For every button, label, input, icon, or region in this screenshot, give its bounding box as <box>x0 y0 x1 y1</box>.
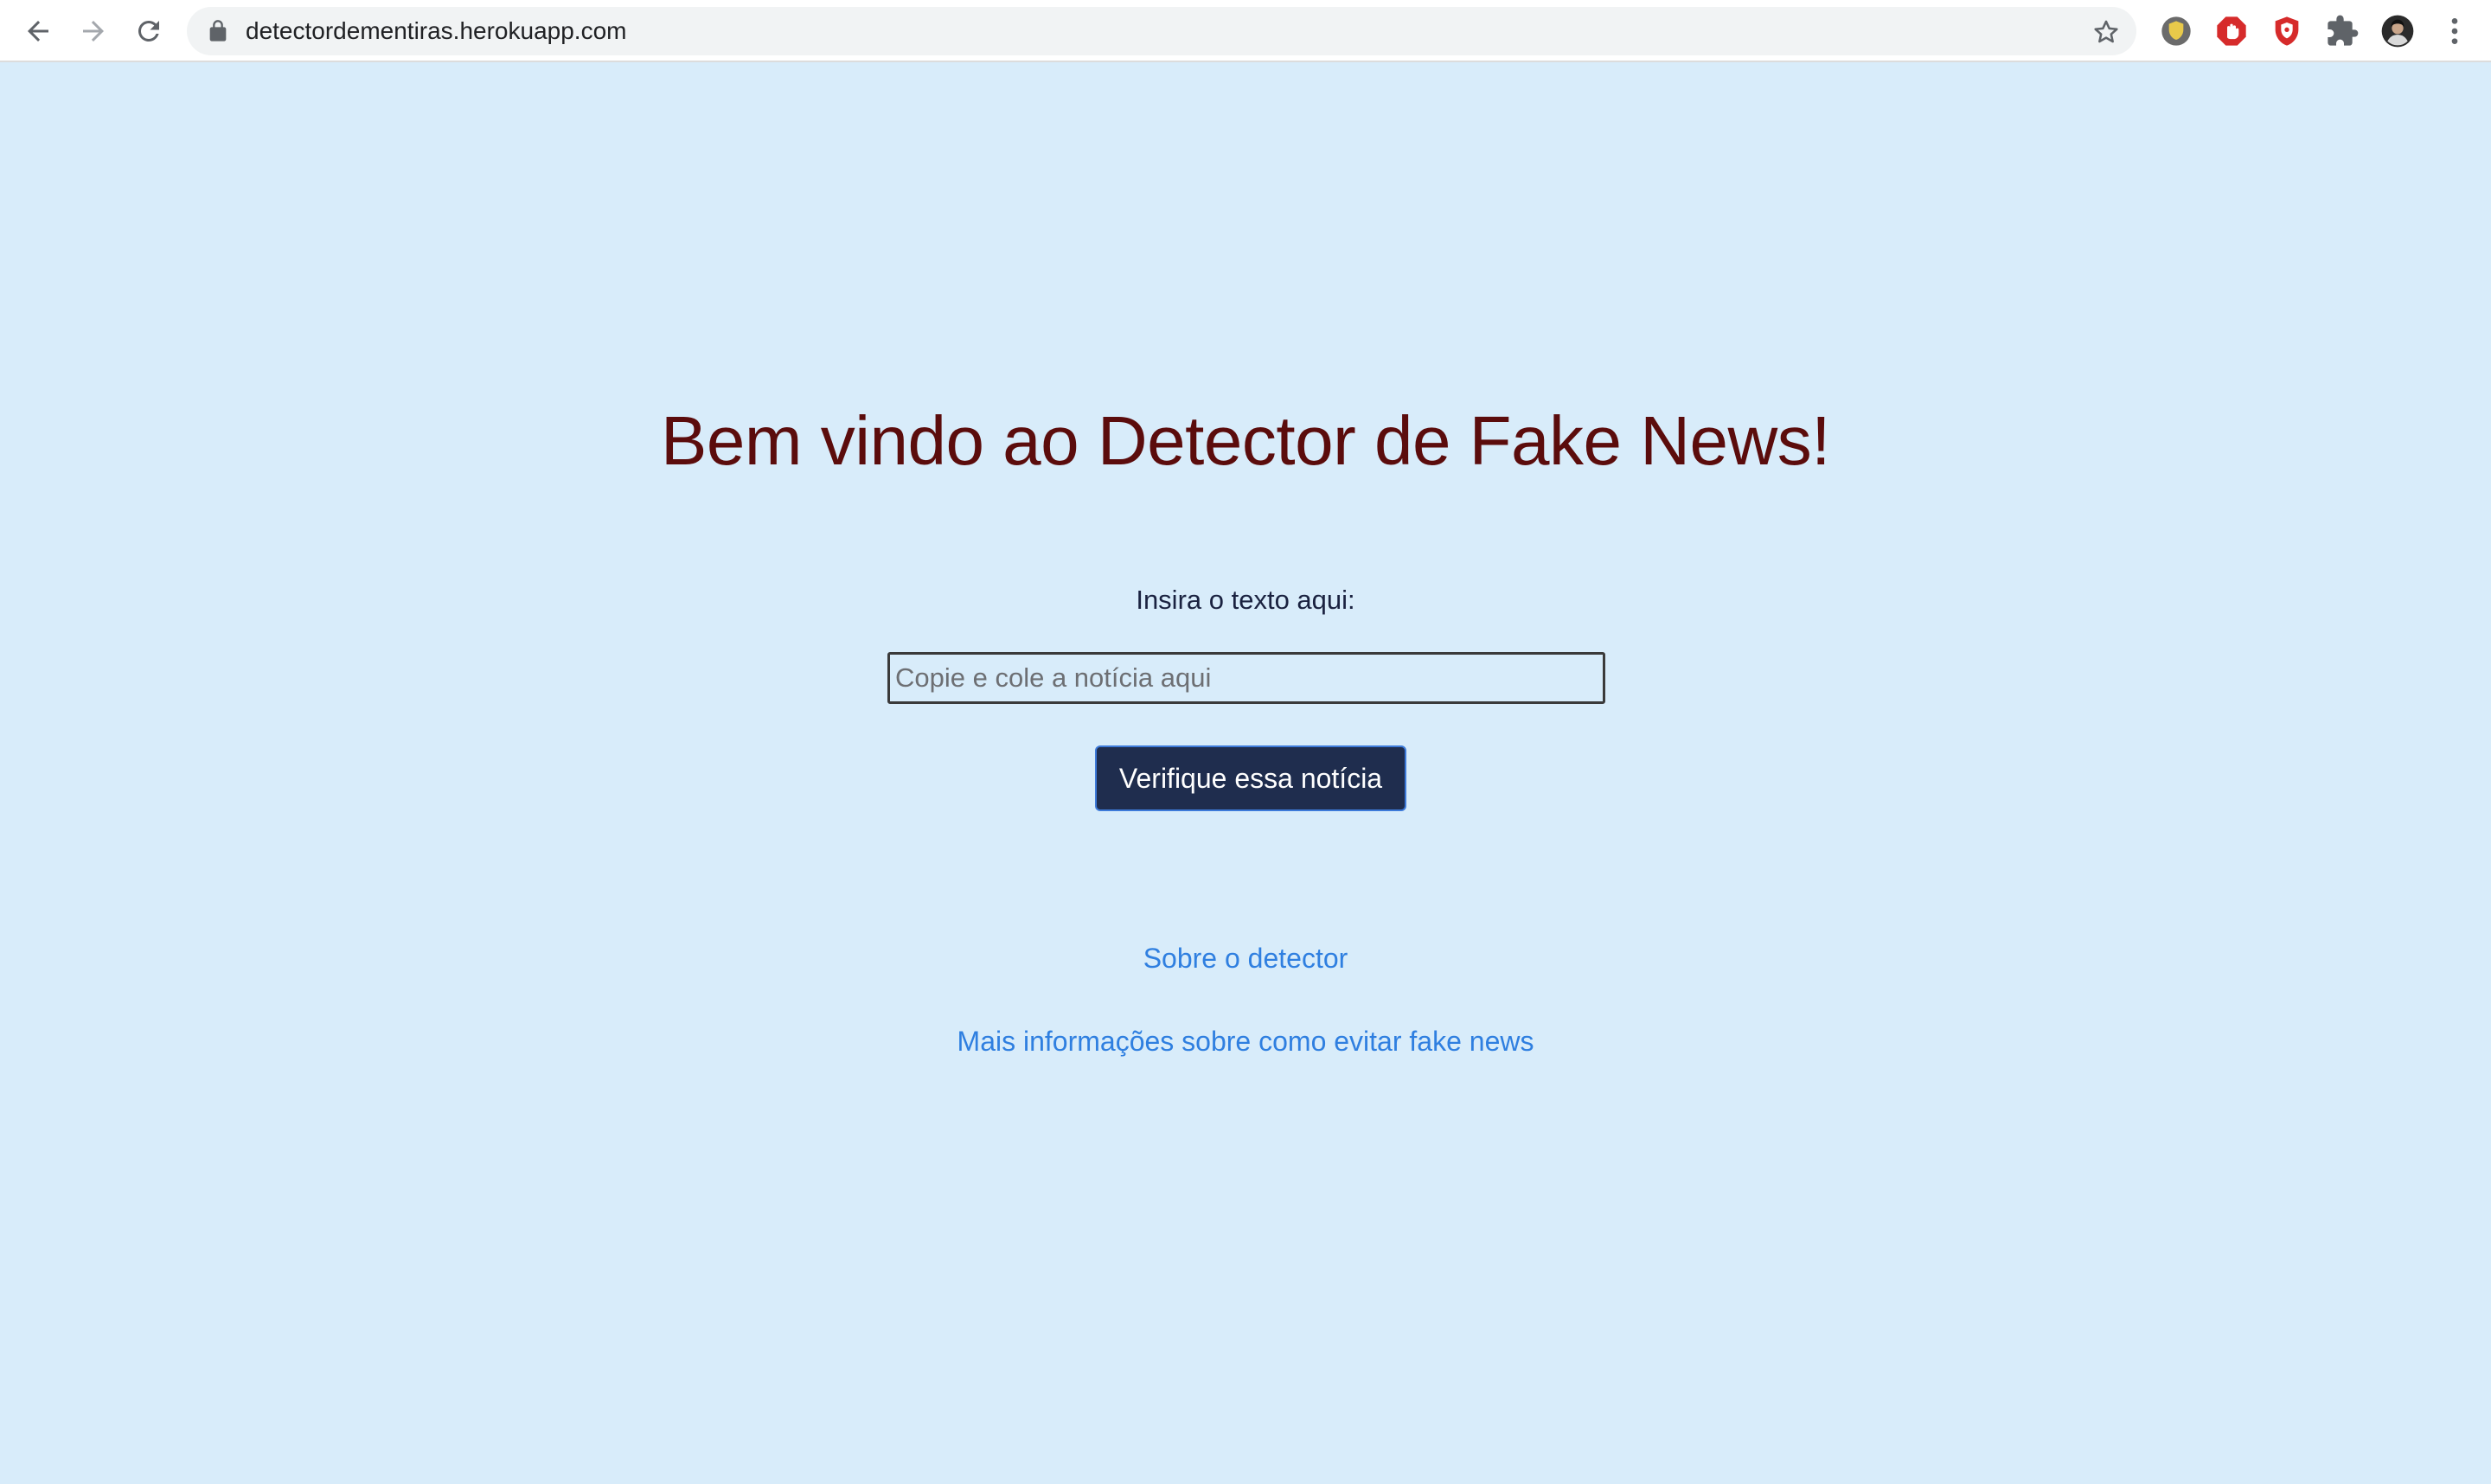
browser-menu-button[interactable] <box>2436 12 2474 50</box>
news-text-input[interactable] <box>887 652 1605 704</box>
arrow-left-icon <box>28 21 48 42</box>
avatar <box>2381 15 2414 48</box>
back-button[interactable] <box>19 12 57 50</box>
forward-button[interactable] <box>74 12 112 50</box>
page-content: Bem vindo ao Detector de Fake News! Insi… <box>0 62 2491 1484</box>
red-shield-extension-button[interactable] <box>2268 12 2306 50</box>
about-detector-link[interactable]: Sobre o detector <box>0 944 2491 972</box>
address-bar[interactable]: detectordementiras.herokuapp.com <box>187 7 2136 55</box>
profile-avatar-button[interactable] <box>2379 12 2417 50</box>
page-title: Bem vindo ao Detector de Fake News! <box>660 402 1831 479</box>
puzzle-icon <box>2328 15 2359 46</box>
reload-button[interactable] <box>130 12 168 50</box>
browser-window: detectordementiras.herokuapp.com Bem vin… <box>0 0 2491 1484</box>
extensions-button[interactable] <box>2323 12 2361 50</box>
more-info-link[interactable]: Mais informações sobre como evitar fake … <box>0 1027 2491 1055</box>
shield-extension-icon <box>2161 16 2191 46</box>
reload-icon <box>138 20 159 42</box>
star-icon[interactable] <box>2091 17 2121 47</box>
red-shield-extension-icon <box>2275 16 2299 46</box>
input-label: Insira o texto aqui: <box>1136 585 1355 615</box>
lock-icon <box>209 20 227 42</box>
shield-extension-button[interactable] <box>2157 12 2195 50</box>
browser-toolbar: detectordementiras.herokuapp.com <box>0 0 2491 62</box>
url-text: detectordementiras.herokuapp.com <box>246 17 627 44</box>
verify-news-button[interactable]: Verifique essa notícia <box>1095 745 1406 811</box>
arrow-right-icon <box>83 21 104 42</box>
stop-hand-extension-icon <box>2217 16 2246 46</box>
stop-hand-extension-button[interactable] <box>2212 12 2251 50</box>
kebab-menu-icon <box>2451 18 2458 44</box>
